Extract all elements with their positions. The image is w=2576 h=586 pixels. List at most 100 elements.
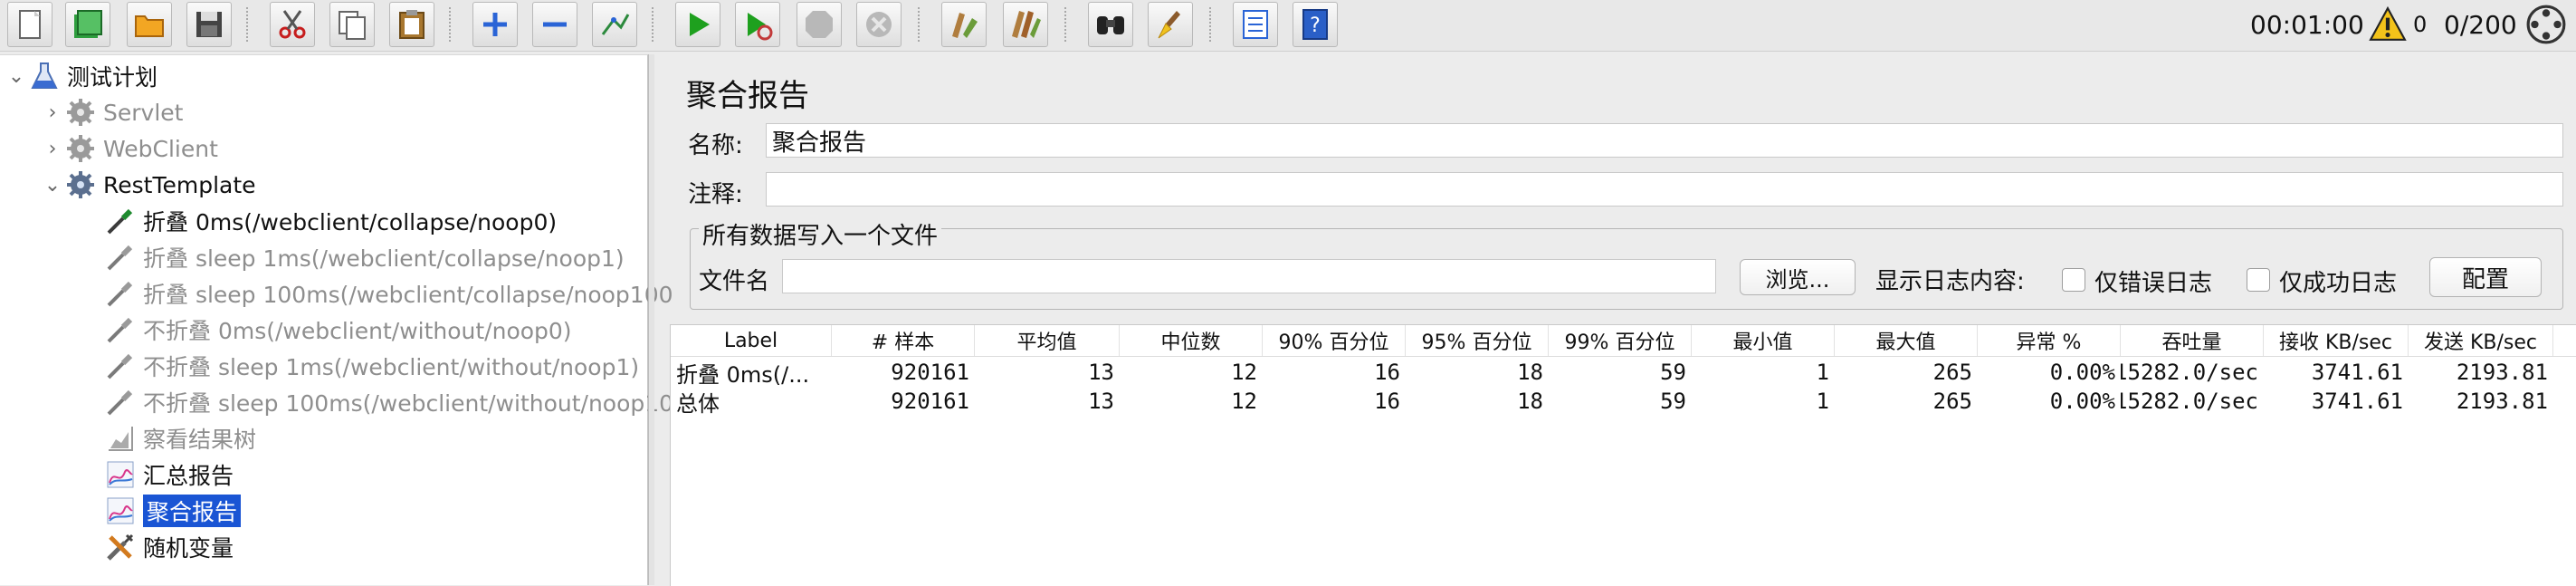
- pipette-icon: [103, 312, 138, 347]
- table-row[interactable]: 总体 920161 13 12 16 18 59 1 265 0.00% 15282.0/sec 37…: [671, 387, 2576, 416]
- filename-field[interactable]: [782, 259, 1716, 293]
- table-cell: 总体: [676, 390, 720, 417]
- test-plan-tree[interactable]: ⌄ 测试计划 › Servlet › WebClient ⌄ RestTempl…: [0, 54, 673, 585]
- table-cell: 3741.61: [2311, 360, 2403, 385]
- tree-label: 不折叠 sleep 100ms(/webclient/without/noop1…: [143, 390, 674, 417]
- chart-icon: [103, 494, 138, 528]
- column-header[interactable]: 最大值: [1835, 325, 1978, 356]
- tree-node-view-results-tree[interactable]: 察看结果树: [103, 421, 256, 456]
- function-helper-icon[interactable]: [1233, 2, 1278, 47]
- elapsed-time: 00:01:00: [2250, 9, 2364, 40]
- tree-node-sampler[interactable]: 不折叠 sleep 1ms(/webclient/without/noop1): [103, 349, 639, 383]
- remote-status-icon[interactable]: [2525, 0, 2567, 49]
- tree-node-sampler[interactable]: 不折叠 0ms(/webclient/without/noop0): [103, 312, 572, 347]
- gear-icon: [63, 168, 98, 202]
- table-cell: 59: [1660, 360, 1686, 385]
- tree-label: 随机变量: [143, 535, 234, 562]
- name-label: 名称:: [688, 132, 743, 159]
- table-cell: 12: [1231, 360, 1257, 385]
- tree-node-sampler[interactable]: 折叠 sleep 1ms(/webclient/collapse/noop1): [103, 240, 625, 274]
- errors-only-checkbox[interactable]: [2062, 268, 2085, 292]
- tree-node-sampler[interactable]: 折叠 0ms(/webclient/collapse/noop0): [103, 204, 557, 238]
- column-header[interactable]: 接收 KB/sec: [2264, 325, 2409, 356]
- pipette-icon: [103, 276, 138, 311]
- toggle-icon[interactable]: [592, 2, 637, 47]
- column-header[interactable]: 90% 百分位: [1263, 325, 1406, 356]
- reset-search-icon[interactable]: [1148, 2, 1193, 47]
- tree-node-summary-report[interactable]: 汇总报告: [103, 457, 234, 492]
- errors-only-label: 仅错误日志: [2094, 270, 2213, 297]
- gear-icon: [63, 131, 98, 166]
- tree-node-random-variable[interactable]: 随机变量: [103, 530, 234, 564]
- column-header[interactable]: 异常 %: [1978, 325, 2121, 356]
- column-header[interactable]: 发送 KB/sec: [2409, 325, 2553, 356]
- copy-icon[interactable]: [329, 2, 375, 47]
- column-header[interactable]: 99% 百分位: [1549, 325, 1692, 356]
- tree-label: 折叠 sleep 1ms(/webclient/collapse/noop1): [143, 245, 625, 272]
- chevron-down-icon[interactable]: ⌄: [5, 65, 27, 88]
- column-header[interactable]: 吞吐量: [2121, 325, 2264, 356]
- filename-label: 文件名: [699, 268, 770, 295]
- page-title: 聚合报告: [686, 78, 809, 114]
- start-icon[interactable]: [675, 2, 720, 47]
- column-header[interactable]: 中位数: [1120, 325, 1263, 356]
- comment-field[interactable]: [766, 172, 2563, 207]
- search-icon[interactable]: [1088, 2, 1133, 47]
- cut-icon[interactable]: [270, 2, 315, 47]
- table-cell: 1: [1816, 360, 1829, 385]
- help-icon[interactable]: ?: [1293, 2, 1338, 47]
- tree-label: 不折叠 0ms(/webclient/without/noop0): [143, 318, 572, 344]
- tree-label: 不折叠 sleep 1ms(/webclient/without/noop1): [143, 354, 640, 380]
- tree-node-sampler[interactable]: 折叠 sleep 100ms(/webclient/collapse/noop1…: [103, 276, 673, 311]
- tree-node-aggregate-report[interactable]: 聚合报告: [103, 494, 242, 528]
- tree-node-test-plan[interactable]: ⌄ 测试计划: [5, 59, 157, 93]
- table-cell: 15282.0/sec: [2121, 360, 2258, 385]
- tree-node-sampler[interactable]: 不折叠 sleep 100ms(/webclient/without/noop1…: [103, 385, 673, 419]
- shutdown-icon[interactable]: [856, 2, 902, 47]
- save-icon[interactable]: [186, 2, 232, 47]
- column-header[interactable]: 95% 百分位: [1406, 325, 1549, 356]
- success-only-label: 仅成功日志: [2279, 270, 2398, 297]
- tree-node-servlet[interactable]: › Servlet: [42, 95, 183, 130]
- start-no-pauses-icon[interactable]: [735, 2, 780, 47]
- expand-icon[interactable]: [472, 2, 518, 47]
- table-cell: 1: [1816, 389, 1829, 414]
- column-header[interactable]: 最小值: [1692, 325, 1835, 356]
- warning-indicator[interactable]: 0: [2368, 0, 2427, 49]
- column-header[interactable]: # 样本: [832, 325, 975, 356]
- table-cell: 920161: [891, 360, 969, 385]
- results-table[interactable]: Label # 样本 平均值 中位数 90% 百分位 95% 百分位 99% 百分位 最小值最…: [670, 324, 2576, 586]
- tree-node-resttemplate[interactable]: ⌄ RestTemplate: [42, 168, 256, 202]
- new-icon[interactable]: [7, 2, 52, 47]
- table-cell: 15282.0/sec: [2121, 389, 2258, 414]
- name-field[interactable]: 聚合报告: [766, 123, 2563, 158]
- table-cell: 12: [1231, 389, 1257, 414]
- table-cell: 13: [1088, 360, 1114, 385]
- tree-label: Servlet: [103, 99, 184, 126]
- column-header[interactable]: 平均值: [975, 325, 1120, 356]
- tree-node-webclient[interactable]: › WebClient: [42, 131, 218, 166]
- stop-icon[interactable]: [797, 2, 842, 47]
- table-cell: 13: [1088, 389, 1114, 414]
- column-header[interactable]: Label: [671, 325, 832, 356]
- table-cell: 3741.61: [2311, 389, 2403, 414]
- pipette-icon: [103, 204, 138, 238]
- chevron-down-icon[interactable]: ⌄: [42, 174, 63, 197]
- clear-all-icon[interactable]: [1003, 2, 1048, 47]
- chevron-right-icon[interactable]: ›: [42, 138, 63, 160]
- paste-icon[interactable]: [389, 2, 434, 47]
- templates-icon[interactable]: [65, 2, 110, 47]
- tree-label: RestTemplate: [103, 171, 256, 198]
- table-row[interactable]: 折叠 0ms(/... 920161 13 12 16 18 59 1 265 0.00% 1528…: [671, 358, 2576, 387]
- table-cell: 2193.81: [2456, 389, 2548, 414]
- gear-icon: [63, 95, 98, 130]
- open-icon[interactable]: [127, 2, 172, 47]
- clear-icon[interactable]: [941, 2, 987, 47]
- tree-label: 折叠 sleep 100ms(/webclient/collapse/noop1…: [143, 282, 673, 308]
- configure-button[interactable]: 配置: [2429, 257, 2542, 297]
- collapse-icon[interactable]: [532, 2, 577, 47]
- success-only-checkbox[interactable]: [2247, 268, 2270, 292]
- chevron-right-icon[interactable]: ›: [42, 101, 63, 124]
- tree-label: WebClient: [103, 135, 218, 162]
- browse-button[interactable]: 浏览...: [1740, 259, 1856, 295]
